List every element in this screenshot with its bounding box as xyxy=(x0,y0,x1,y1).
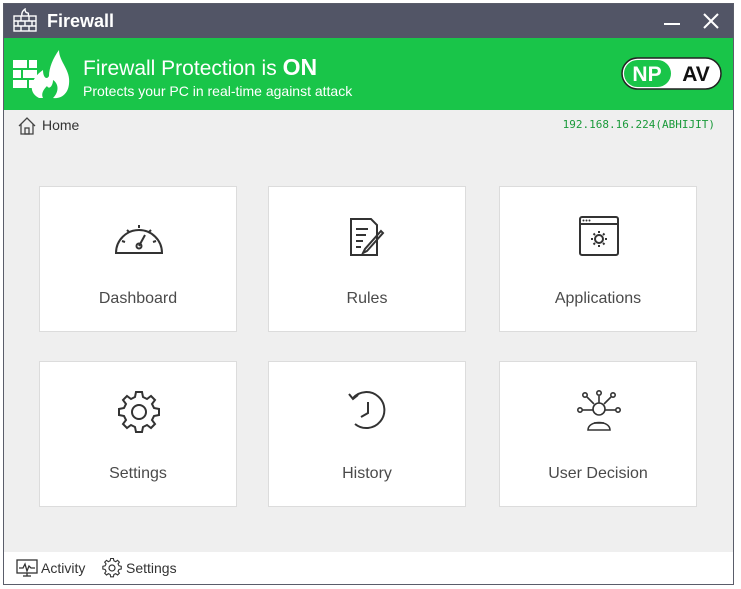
history-icon xyxy=(348,391,386,429)
minimize-icon[interactable] xyxy=(660,10,684,32)
document-edit-icon xyxy=(350,218,385,256)
protection-status-title: Firewall Protection is ON xyxy=(83,54,317,81)
gear-icon xyxy=(102,558,122,578)
protection-subtitle: Protects your PC in real-time against at… xyxy=(83,83,353,99)
firewall-icon xyxy=(13,8,37,32)
gear-icon xyxy=(118,391,160,433)
footer-settings-label: Settings xyxy=(126,560,177,576)
protection-title-prefix: Firewall Protection is xyxy=(83,57,283,80)
activity-monitor-icon xyxy=(16,559,38,577)
brand-av-text: AV xyxy=(682,63,710,86)
app-window-gear-icon xyxy=(579,216,619,256)
footer-bar: Activity Settings xyxy=(4,552,733,584)
tile-rules-label: Rules xyxy=(346,290,388,307)
tile-user-decision-label: User Decision xyxy=(548,465,648,482)
activity-label: Activity xyxy=(41,560,86,576)
tile-history-label: History xyxy=(342,465,392,482)
npav-logo: NP AV xyxy=(621,57,722,90)
title-bar: Firewall xyxy=(4,4,733,38)
tile-applications[interactable]: Applications xyxy=(499,186,697,332)
protection-banner: Firewall Protection is ON Protects your … xyxy=(4,38,733,110)
speedometer-icon xyxy=(114,225,164,254)
close-icon[interactable] xyxy=(699,10,723,32)
tile-user-decision[interactable]: User Decision xyxy=(499,361,697,507)
tile-dashboard-label: Dashboard xyxy=(98,290,178,307)
protection-status-value: ON xyxy=(282,54,318,80)
window-title: Firewall xyxy=(47,11,115,31)
home-icon xyxy=(18,117,36,135)
tile-history[interactable]: History xyxy=(268,361,466,507)
tile-applications-label: Applications xyxy=(554,290,642,307)
tile-settings-label: Settings xyxy=(109,465,167,482)
ip-address-label: 192.168.16.224(ABHIJIT) xyxy=(562,118,715,131)
tile-rules[interactable]: Rules xyxy=(268,186,466,332)
user-decision-icon xyxy=(577,389,621,431)
tile-dashboard[interactable]: Dashboard xyxy=(39,186,237,332)
breadcrumb-label: Home xyxy=(42,117,80,133)
firewall-flame-icon xyxy=(13,50,70,99)
firewall-window: Firewall Firewall Protection is ON Prote… xyxy=(3,3,734,585)
tile-settings[interactable]: Settings xyxy=(39,361,237,507)
brand-np-text: NP xyxy=(632,63,661,86)
